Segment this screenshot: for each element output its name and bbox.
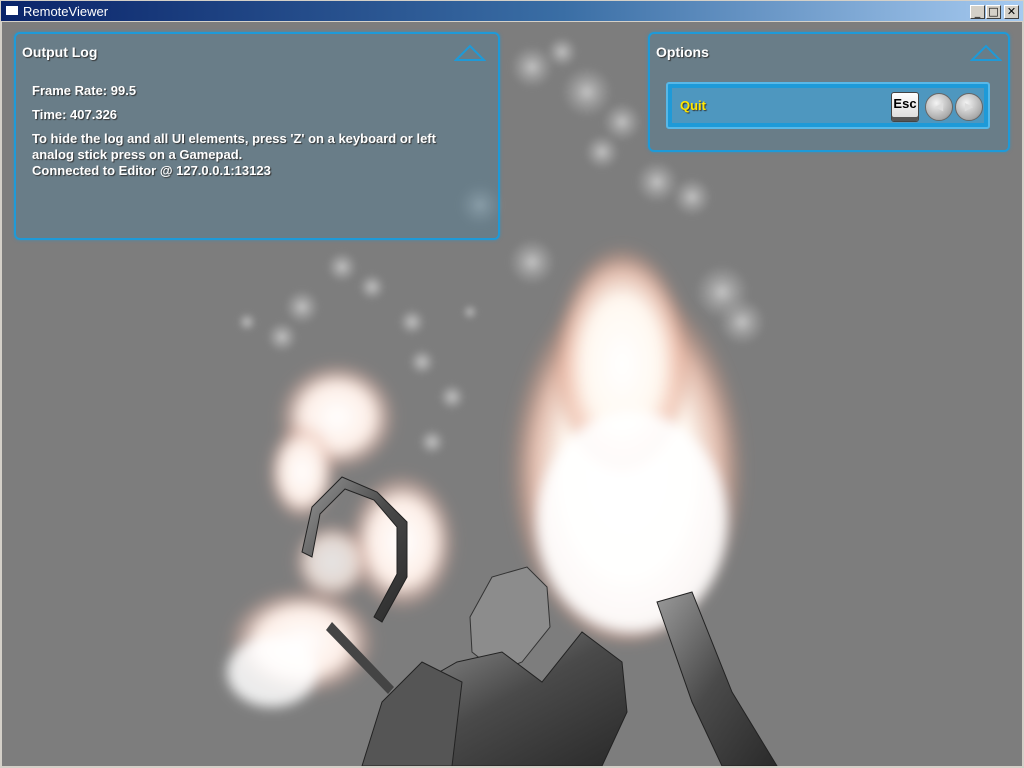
small-flames bbox=[227, 362, 457, 707]
connection-status-text: Connected to Editor @ 127.0.0.1:13123 bbox=[32, 163, 271, 178]
hint-text-line-1: To hide the log and all UI elements, pre… bbox=[32, 131, 436, 146]
app-window-icon bbox=[5, 5, 19, 16]
output-log-title: Output Log bbox=[22, 44, 98, 60]
time-text: Time: 407.326 bbox=[32, 107, 118, 122]
window-titlebar[interactable]: RemoteViewer _ □ ✕ bbox=[0, 0, 1024, 22]
quit-option-row[interactable]: Quit Esc ◀ ▶ bbox=[666, 82, 990, 129]
frame-rate-text: Frame Rate: 99.5 bbox=[32, 83, 137, 98]
collapse-log-icon[interactable] bbox=[454, 44, 486, 62]
gamepad-start-button-icon[interactable]: ▶ bbox=[955, 93, 983, 121]
collapse-options-icon[interactable] bbox=[970, 44, 1002, 62]
quit-button[interactable]: Quit bbox=[680, 98, 706, 113]
gamepad-back-button-icon[interactable]: ◀ bbox=[925, 93, 953, 121]
options-title: Options bbox=[656, 44, 709, 60]
quit-option-body: Quit Esc ◀ ▶ bbox=[672, 88, 984, 123]
minimize-button[interactable]: _ bbox=[970, 5, 985, 19]
maximize-button[interactable]: □ bbox=[986, 5, 1001, 19]
options-panel: Options Quit Esc ◀ ▶ bbox=[648, 32, 1010, 152]
close-button[interactable]: ✕ bbox=[1004, 5, 1019, 19]
esc-key-icon[interactable]: Esc bbox=[891, 92, 919, 122]
window-title: RemoteViewer bbox=[23, 4, 109, 19]
hint-text-line-2: analog stick press on a Gamepad. bbox=[32, 147, 243, 162]
output-log-panel: Output Log Frame Rate: 99.5 Time: 407.32… bbox=[14, 32, 500, 240]
